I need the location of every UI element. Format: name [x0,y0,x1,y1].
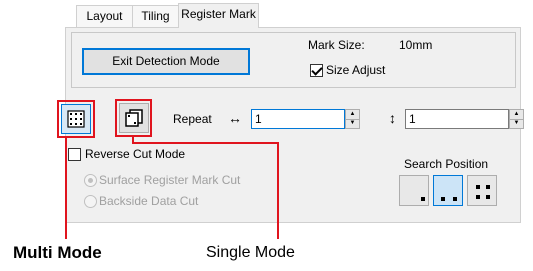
dot-icon [486,195,490,199]
tab-tiling[interactable]: Tiling [132,5,179,27]
single-mode-caption: Single Mode [206,244,295,261]
dot-icon [421,197,425,201]
tab-tiling-label: Tiling [141,9,170,23]
horizontal-repeat-icon: ↔ [228,110,242,126]
dot-icon [453,197,457,201]
search-position-four-button[interactable] [467,175,497,206]
tab-register-mark[interactable]: Register Mark [178,3,259,28]
multi-mode-icon [67,110,85,128]
dot-icon [441,197,445,201]
vertical-repeat-input[interactable]: 1 [405,109,509,129]
repeat-label: Repeat [173,112,212,126]
tab-layout-label: Layout [86,9,123,23]
vertical-repeat-spinner[interactable]: ▲ ▼ [509,109,524,129]
spin-down-icon[interactable]: ▼ [346,119,359,128]
single-mode-callout-horizontal [132,142,279,144]
exit-detection-mode-label: Exit Detection Mode [112,54,220,68]
reverse-cut-mode-checkbox[interactable] [68,148,81,161]
surface-register-mark-cut-label: Surface Register Mark Cut [99,173,241,187]
dot-icon [486,185,490,189]
single-mode-callout-line [277,142,279,239]
reverse-cut-mode-label: Reverse Cut Mode [85,147,186,161]
multi-mode-callout-line [65,136,67,239]
single-mode-button[interactable] [119,103,149,133]
tab-register-mark-label: Register Mark [181,7,256,21]
single-mode-icon [125,109,143,127]
size-adjust-label: Size Adjust [326,63,386,77]
search-position-label: Search Position [404,157,489,171]
dot-icon [476,185,480,189]
multi-mode-button[interactable] [61,104,91,134]
multi-mode-caption: Multi Mode [13,243,102,262]
horizontal-repeat-spinner[interactable]: ▲ ▼ [345,109,360,129]
search-position-one-button[interactable] [399,175,429,206]
horizontal-repeat-input[interactable]: 1 [251,109,345,129]
surface-register-mark-cut-radio[interactable] [84,174,97,187]
backside-data-cut-label: Backside Data Cut [99,194,199,208]
mark-size-label: Mark Size: [308,38,365,52]
search-position-two-button[interactable] [433,175,463,206]
backside-data-cut-radio[interactable] [84,195,97,208]
size-adjust-checkbox[interactable] [310,64,323,77]
mark-size-value: 10mm [399,38,433,52]
vertical-repeat-icon: ↕ [389,110,396,126]
exit-detection-mode-button[interactable]: Exit Detection Mode [82,48,250,75]
spin-down-icon[interactable]: ▼ [510,119,523,128]
tab-layout[interactable]: Layout [76,5,133,27]
dot-icon [476,195,480,199]
